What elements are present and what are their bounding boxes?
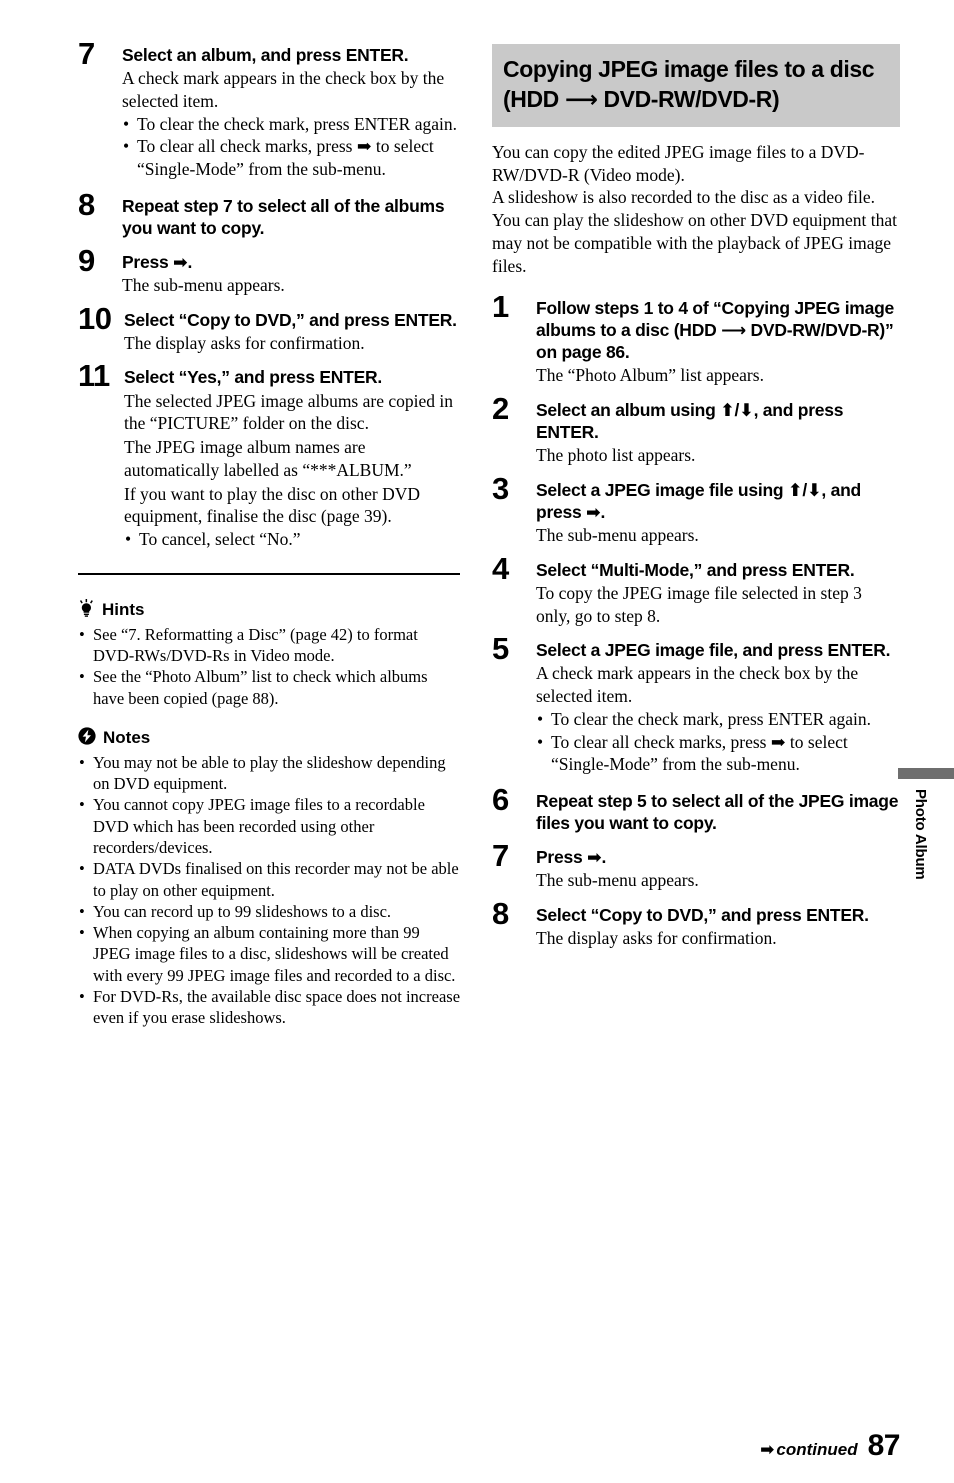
step-number: 11 bbox=[78, 358, 110, 394]
step-item: 10 Select “Copy to DVD,” and press ENTER.… bbox=[78, 303, 460, 355]
step-number: 8 bbox=[492, 896, 509, 932]
left-column: 7 Select an album, and press ENTER. A chec… bbox=[78, 38, 460, 1047]
step-number: 9 bbox=[78, 242, 95, 278]
step-item: 5 Select a JPEG image file, and press ENT… bbox=[492, 633, 900, 776]
step-body: If you want to play the disc on other DV… bbox=[124, 483, 420, 527]
step-item: 7 Select an album, and press ENTER. A chec… bbox=[78, 38, 460, 181]
bullet-item: You cannot copy JPEG image files to a re… bbox=[78, 794, 460, 858]
hints-list: See “7. Reformatting a Disc” (page 42) t… bbox=[78, 624, 460, 709]
step-bullet-list: To clear the check mark, press ENTER aga… bbox=[122, 113, 460, 181]
bullet-item: To cancel, select “No.” bbox=[124, 528, 460, 551]
continued-label: continued bbox=[776, 1440, 858, 1459]
step-item: 9 Press ➡. The sub-menu appears. bbox=[78, 245, 460, 297]
bullet-item: See “7. Reformatting a Disc” (page 42) t… bbox=[78, 624, 460, 667]
bullet-item: You may not be able to play the slidesho… bbox=[78, 752, 460, 795]
bullet-item: See the “Photo Album” list to check whic… bbox=[78, 666, 460, 709]
lightbulb-icon bbox=[78, 598, 95, 622]
bullet-item: When copying an album containing more th… bbox=[78, 922, 460, 986]
step-body: The “Photo Album” list appears. bbox=[536, 365, 764, 386]
step-number: 2 bbox=[492, 391, 509, 427]
continued-marker: ➡ continued bbox=[760, 1440, 857, 1460]
paragraph: A slideshow is also recorded to the disc… bbox=[492, 187, 898, 276]
step-number: 6 bbox=[492, 782, 509, 818]
step-body: The sub-menu appears. bbox=[122, 274, 285, 295]
step-number: 5 bbox=[492, 631, 509, 667]
step-number: 8 bbox=[78, 186, 95, 222]
step-title: Repeat step 5 to select all of the JPEG … bbox=[536, 791, 899, 834]
step-body: To copy the JPEG image file selected in … bbox=[536, 582, 862, 626]
step-body: The selected JPEG image albums are copie… bbox=[124, 390, 453, 434]
step-body: A check mark appears in the check box by… bbox=[536, 663, 859, 707]
step-number: 10 bbox=[78, 300, 112, 336]
paragraph: You can copy the edited JPEG image files… bbox=[492, 141, 865, 185]
step-title: Repeat step 7 to select all of the album… bbox=[122, 195, 445, 238]
step-body: The JPEG image album names are automatic… bbox=[124, 437, 412, 480]
step-number: 7 bbox=[78, 36, 95, 71]
step-title: Select a JPEG image file, and press ENTE… bbox=[536, 640, 891, 661]
step-body: A check mark appears in the check box by… bbox=[122, 68, 445, 111]
left-step-list: 7 Select an album, and press ENTER. A chec… bbox=[78, 38, 460, 551]
section-header: Copying JPEG image files to a disc (HDD … bbox=[492, 44, 900, 127]
step-title: Press ➡. bbox=[536, 847, 607, 868]
step-title: Press ➡. bbox=[122, 251, 193, 272]
step-item: 4 Select “Multi-Mode,” and press ENTER. To… bbox=[492, 553, 900, 628]
bullet-item: To clear the check mark, press ENTER aga… bbox=[122, 113, 460, 136]
step-title: Follow steps 1 to 4 of “Copying JPEG ima… bbox=[536, 298, 895, 363]
hints-block: Hints See “7. Reformatting a Disc” (page… bbox=[78, 598, 460, 709]
section-divider bbox=[78, 572, 460, 575]
side-tab: Photo Album bbox=[898, 768, 954, 880]
step-title: Select an album, and press ENTER. bbox=[122, 45, 409, 65]
bullet-item: DATA DVDs finalised on this recorder may… bbox=[78, 858, 460, 901]
step-item: 11 Select “Yes,” and press ENTER. The sele… bbox=[78, 360, 460, 551]
step-body: The display asks for confirmation. bbox=[536, 928, 777, 949]
section-intro: You can copy the edited JPEG image files… bbox=[492, 141, 900, 278]
notes-block: Notes You may not be able to play the sl… bbox=[78, 727, 460, 1029]
step-item: 8 Select “Copy to DVD,” and press ENTER. T… bbox=[492, 898, 900, 950]
step-item: 2 Select an album using ⬆/⬇, and press EN… bbox=[492, 393, 900, 467]
step-body: The sub-menu appears. bbox=[536, 525, 699, 546]
page-footer: ➡ continued 87 bbox=[760, 1429, 900, 1463]
step-item: 7 Press ➡. The sub-menu appears. bbox=[492, 840, 900, 892]
step-bullet-list: To clear the check mark, press ENTER aga… bbox=[536, 708, 900, 776]
notes-heading: Notes bbox=[78, 727, 460, 750]
bullet-item: To clear all check marks, press ➡ to sel… bbox=[536, 731, 900, 777]
step-body: The photo list appears. bbox=[536, 445, 696, 466]
right-arrow-icon: ➡ bbox=[760, 1440, 775, 1459]
step-number: 3 bbox=[492, 471, 509, 507]
hints-title: Hints bbox=[102, 600, 145, 620]
step-item: 8 Repeat step 7 to select all of the albu… bbox=[78, 189, 460, 239]
step-body: The display asks for confirmation. bbox=[124, 332, 365, 353]
page-number: 87 bbox=[867, 1429, 901, 1462]
notes-title: Notes bbox=[103, 728, 151, 748]
step-item: 3 Select a JPEG image file using ⬆/⬇, and… bbox=[492, 473, 900, 547]
step-item: 1 Follow steps 1 to 4 of “Copying JPEG im… bbox=[492, 291, 900, 387]
step-number: 4 bbox=[492, 550, 509, 586]
side-tab-bar bbox=[898, 768, 954, 779]
manual-page: 7 Select an album, and press ENTER. A chec… bbox=[0, 0, 954, 1483]
right-step-list: 1 Follow steps 1 to 4 of “Copying JPEG im… bbox=[492, 291, 900, 950]
bullet-item: To clear the check mark, press ENTER aga… bbox=[536, 708, 900, 731]
step-title: Select “Copy to DVD,” and press ENTER. bbox=[536, 905, 869, 926]
hints-heading: Hints bbox=[78, 598, 460, 622]
lightning-bolt-icon bbox=[78, 727, 96, 750]
bullet-item: You can record up to 99 slideshows to a … bbox=[78, 901, 460, 923]
notes-list: You may not be able to play the slidesho… bbox=[78, 752, 460, 1029]
step-body: The sub-menu appears. bbox=[536, 870, 699, 891]
bullet-item: For DVD-Rs, the available disc space doe… bbox=[78, 986, 460, 1029]
step-title: Select “Yes,” and press ENTER. bbox=[124, 367, 383, 388]
step-title: Select “Copy to DVD,” and press ENTER. bbox=[124, 309, 457, 330]
bullet-item: To clear all check marks, press ➡ to sel… bbox=[122, 135, 460, 181]
step-number: 7 bbox=[492, 838, 509, 874]
step-title: Select “Multi-Mode,” and press ENTER. bbox=[536, 559, 855, 580]
side-tab-label: Photo Album bbox=[912, 789, 929, 880]
step-number: 1 bbox=[492, 289, 509, 325]
right-column: Copying JPEG image files to a disc (HDD … bbox=[492, 44, 900, 962]
step-item: 6 Repeat step 5 to select all of the JPEG… bbox=[492, 784, 900, 834]
step-title: Select an album using ⬆/⬇, and press ENT… bbox=[536, 400, 844, 443]
step-title: Select a JPEG image file using ⬆/⬇, and … bbox=[536, 480, 861, 523]
step-bullet-list: To cancel, select “No.” bbox=[124, 528, 460, 551]
